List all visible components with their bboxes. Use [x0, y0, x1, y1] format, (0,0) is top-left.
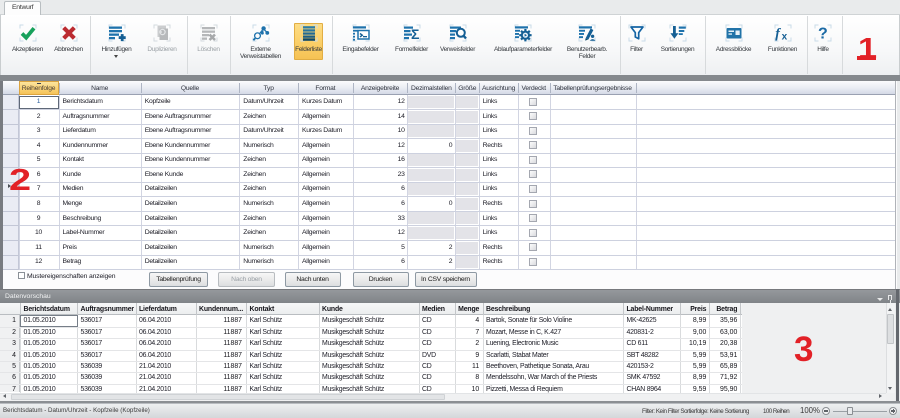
svg-text:f: f — [775, 27, 781, 42]
svg-text:x: x — [781, 31, 787, 42]
svg-text:Σ: Σ — [411, 26, 419, 42]
svg-text:?: ? — [818, 26, 828, 42]
